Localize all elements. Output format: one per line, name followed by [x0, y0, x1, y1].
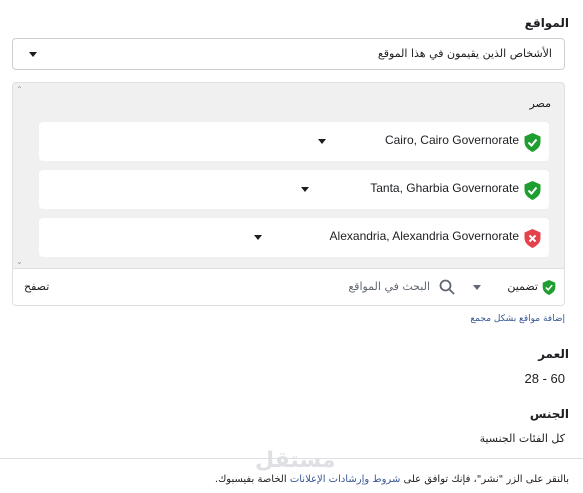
include-selector[interactable]: تضمين — [507, 280, 538, 293]
age-range-value: 28 - 60 — [524, 371, 565, 386]
terms-notice: بالنقر على الزر "نشر"، فإنك توافق على شر… — [215, 474, 569, 485]
terms-suffix: الخاصة بفيسبوك. — [214, 474, 287, 485]
terms-prefix: بالنقر على الزر "نشر"، فإنك توافق على — [403, 474, 569, 485]
watermark-logo: مستقل — [255, 448, 336, 473]
location-item-alexandria[interactable]: Alexandria, Alexandria Governorate — [39, 218, 549, 257]
audience-location-value: الأشخاص الذين يقيمون في هذا الموقع — [377, 47, 552, 60]
location-item-cairo[interactable]: Cairo, Cairo Governorate — [39, 122, 549, 161]
locations-label: المواقع — [524, 16, 569, 30]
bulk-add-locations-link[interactable]: إضافة مواقع بشكل مجمع — [470, 314, 565, 324]
scroll-up-icon[interactable]: ⌃ — [16, 85, 23, 94]
age-label: العمر — [538, 347, 569, 361]
location-name: Alexandria, Alexandria Governorate — [329, 229, 519, 243]
location-name: Cairo, Cairo Governorate — [384, 133, 519, 147]
audience-location-dropdown[interactable]: الأشخاص الذين يقيمون في هذا الموقع — [12, 38, 565, 70]
chevron-down-icon[interactable] — [254, 235, 262, 240]
scroll-down-icon[interactable]: ⌄ — [16, 257, 23, 266]
chevron-down-icon[interactable] — [301, 187, 309, 192]
ad-terms-link[interactable]: شروط وإرشادات الإعلانات — [290, 474, 401, 485]
location-name: Tanta, Gharbia Governorate — [370, 181, 519, 195]
location-search-input[interactable]: البحث في المواقع — [348, 280, 430, 293]
included-pin-icon — [542, 280, 556, 295]
included-pin-icon — [524, 133, 541, 152]
location-search-bar: تضمين البحث في المواقع تصفح — [13, 268, 564, 305]
search-icon — [439, 279, 455, 295]
gender-label: الجنس — [529, 407, 569, 421]
excluded-pin-icon — [524, 229, 541, 248]
locations-panel: ⌃ ⌄ مصر Cairo, Cairo Governorate Tanta, … — [12, 82, 565, 306]
location-item-tanta[interactable]: Tanta, Gharbia Governorate — [39, 170, 549, 209]
country-label: مصر — [529, 97, 551, 110]
included-pin-icon — [524, 181, 541, 200]
divider — [0, 458, 583, 459]
chevron-down-icon — [29, 52, 37, 57]
gender-value: كل الفئات الجنسية — [479, 432, 565, 445]
browse-button[interactable]: تصفح — [24, 280, 49, 293]
chevron-down-icon[interactable] — [318, 139, 326, 144]
chevron-down-icon[interactable] — [473, 285, 481, 290]
